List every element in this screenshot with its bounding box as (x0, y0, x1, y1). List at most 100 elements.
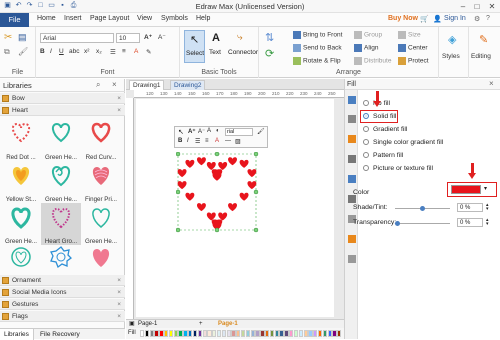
palette-swatch[interactable] (327, 330, 332, 337)
minimize-button[interactable]: – (456, 1, 470, 12)
color-palette[interactable] (140, 330, 342, 337)
heart-group-shape[interactable] (176, 152, 260, 236)
paint-icon[interactable]: ◐ (216, 128, 220, 134)
palette-swatch[interactable] (241, 330, 246, 337)
picture-fill-option[interactable]: Picture or texture fill (363, 165, 433, 172)
drawing-page[interactable]: ↖ A⁺ A⁻ A ◐ rial 🖌 B I ☰ ≡ A — ▨ (136, 99, 334, 317)
close-icon[interactable]: × (112, 80, 117, 89)
rotate-icon[interactable]: ⟳ (265, 47, 274, 60)
palette-swatch[interactable] (298, 330, 303, 337)
maximize-button[interactable]: □ (470, 1, 484, 12)
tab-libraries[interactable]: Libraries (0, 329, 34, 340)
palette-swatch[interactable] (317, 330, 323, 337)
cart-icon[interactable]: 🛒 (420, 15, 429, 23)
font-family-select[interactable]: Arial (40, 33, 114, 43)
editing-button[interactable]: ✎ Editing (469, 27, 500, 78)
format-icon[interactable]: A (207, 128, 211, 134)
tab-symbols[interactable]: Symbols (161, 15, 188, 22)
bullets-icon[interactable]: ☰ (110, 48, 116, 56)
search-icon[interactable]: ⌕ (96, 80, 100, 90)
fill-icon[interactable] (348, 96, 356, 104)
palette-swatch[interactable] (236, 330, 241, 337)
category-flags[interactable]: Flags × (0, 311, 125, 322)
library-shape[interactable]: Green He... (81, 203, 121, 245)
single-color-gradient-option[interactable]: Single color gradient fill (363, 139, 443, 146)
protect-button[interactable]: Protect (398, 57, 429, 65)
shadow-icon[interactable] (348, 135, 356, 143)
shrink-font-icon[interactable]: A⁻ (198, 128, 205, 135)
pattern-fill-option[interactable]: Pattern fill (363, 152, 403, 159)
italic-icon[interactable]: I (187, 138, 189, 144)
library-shape[interactable]: Red Dot ... (1, 119, 41, 161)
tab-file-recovery[interactable]: File Recovery (40, 329, 80, 340)
library-shape[interactable]: Green He... (41, 161, 81, 203)
palette-swatch[interactable] (192, 330, 198, 337)
palette-swatch[interactable] (260, 330, 265, 337)
palette-swatch[interactable] (289, 330, 294, 337)
align-button[interactable]: Align (354, 44, 378, 52)
tab-page-layout[interactable]: Page Layout (90, 15, 129, 22)
sign-in-link[interactable]: Sign In (444, 15, 466, 22)
tab-help[interactable]: Help (196, 15, 210, 22)
library-shape[interactable]: Yellow St... (1, 161, 41, 203)
palette-swatch[interactable] (173, 330, 178, 337)
cursor-icon[interactable]: ↖ (178, 128, 184, 136)
doc-tab-drawing1[interactable]: Drawing1 (129, 80, 165, 90)
send-to-back-button[interactable]: Send to Back (293, 44, 342, 52)
page-icon[interactable] (348, 255, 356, 263)
category-ornament[interactable]: Ornament × (0, 275, 125, 286)
palette-swatch[interactable] (337, 330, 342, 337)
palette-swatch[interactable] (144, 330, 150, 337)
library-shape[interactable]: Red Curv... (81, 119, 121, 161)
palette-swatch[interactable] (149, 330, 154, 337)
align-icon[interactable]: ≡ (205, 138, 209, 144)
palette-swatch[interactable] (164, 330, 169, 337)
library-shape[interactable]: Green He... (1, 203, 41, 245)
transparency-slider-knob[interactable] (395, 221, 400, 226)
palette-swatch[interactable] (154, 330, 159, 337)
palette-swatch[interactable] (207, 330, 212, 337)
palette-swatch[interactable] (265, 330, 270, 337)
size-button[interactable]: Size (398, 31, 421, 39)
paste-icon[interactable]: ▤ (18, 32, 27, 43)
bold-icon[interactable]: B (178, 138, 182, 144)
shrink-font-icon[interactable]: A⁻ (158, 33, 166, 41)
palette-swatch[interactable] (140, 330, 145, 337)
hyperlink-icon[interactable] (348, 195, 356, 203)
underline-icon[interactable]: U (59, 48, 64, 55)
select-tool[interactable]: ↖ Select (184, 30, 205, 63)
doc-tab-drawing2[interactable]: Drawing2 (170, 80, 206, 90)
palette-swatch[interactable] (188, 330, 193, 337)
font-color-icon[interactable]: A (134, 48, 138, 55)
fill-icon[interactable]: ▨ (235, 138, 241, 145)
gradient-fill-option[interactable]: Gradient fill (363, 126, 407, 133)
user-icon[interactable]: 👤 (433, 15, 442, 23)
palette-swatch[interactable] (279, 330, 284, 337)
library-shape[interactable]: Green He... (41, 119, 81, 161)
layers-icon[interactable] (348, 175, 356, 183)
list-icon[interactable]: ☰ (195, 138, 200, 145)
comment-icon[interactable] (348, 235, 356, 243)
subscript-icon[interactable]: x₂ (96, 48, 102, 55)
palette-swatch[interactable] (202, 330, 207, 337)
file-tab[interactable]: File (0, 13, 29, 27)
superscript-icon[interactable]: x² (84, 48, 89, 55)
center-button[interactable]: Center (398, 44, 428, 52)
category-social-media-icons[interactable]: Social Media Icons × (0, 287, 125, 298)
group-button[interactable]: Group (354, 31, 382, 39)
text-tool[interactable]: A Text (208, 30, 226, 63)
palette-swatch[interactable] (269, 330, 275, 337)
font-color-icon[interactable]: A (215, 138, 219, 144)
italic-icon[interactable]: I (50, 48, 52, 55)
line-icon[interactable]: — (225, 138, 231, 144)
font-size-select[interactable]: 10 (116, 33, 140, 43)
close-icon[interactable]: × (489, 79, 494, 88)
grow-font-icon[interactable]: A⁺ (144, 33, 152, 41)
copy-icon[interactable]: ⧉ (4, 47, 10, 57)
tab-home[interactable]: Home (37, 15, 56, 22)
palette-swatch[interactable] (274, 330, 279, 337)
format-painter-icon[interactable]: 🖌 (18, 47, 28, 56)
rotate-flip-button[interactable]: Rotate & Flip (293, 57, 341, 65)
palette-swatch[interactable] (159, 330, 164, 337)
brush-icon[interactable]: 🖌 (257, 128, 265, 135)
